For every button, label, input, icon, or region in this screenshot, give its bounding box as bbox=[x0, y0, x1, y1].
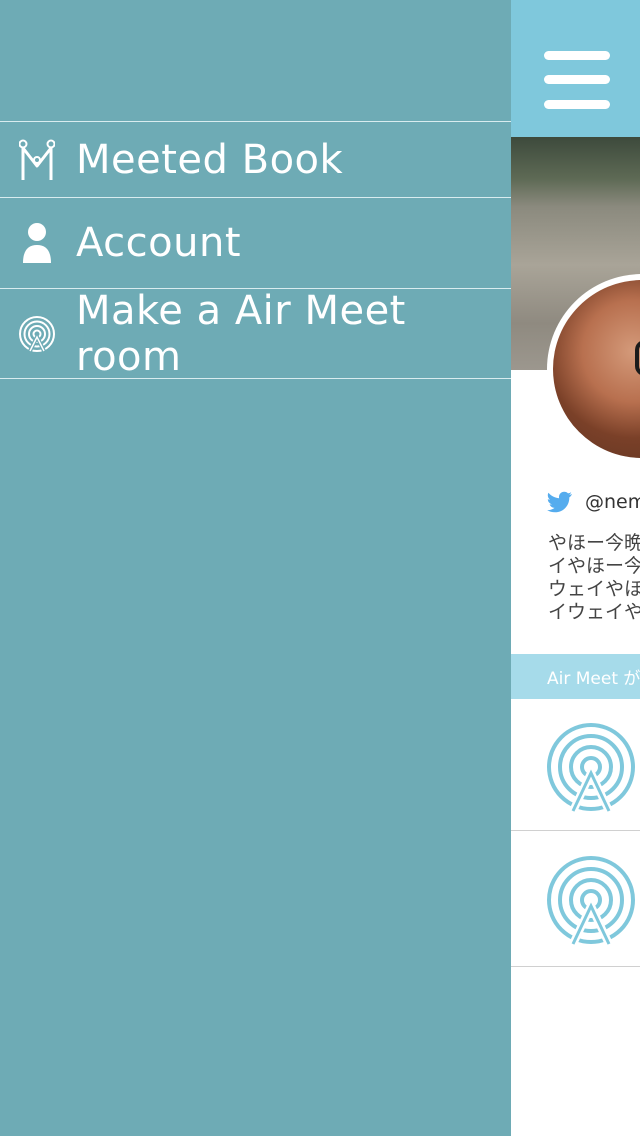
menu-item-label: Meeted Book bbox=[76, 137, 344, 183]
menu-item-make-air-meet-room[interactable]: Make a Air Meet room bbox=[0, 287, 511, 380]
avatar-glasses-detail bbox=[635, 340, 640, 376]
profile-bio: やほー今晩 イやほー今 ウェイやほ イウェイや bbox=[548, 532, 640, 623]
twitter-handle[interactable]: @nemu bbox=[585, 491, 640, 513]
hamburger-menu-icon[interactable] bbox=[544, 51, 610, 109]
menu-item-meeted-book[interactable]: Meeted Book bbox=[0, 121, 511, 198]
menu-item-label: Account bbox=[76, 220, 242, 266]
air-meet-icon bbox=[547, 856, 635, 946]
menu-item-label: Make a Air Meet room bbox=[76, 287, 406, 380]
air-meet-icon bbox=[547, 723, 635, 813]
list-item[interactable] bbox=[511, 832, 640, 967]
twitter-bird-icon bbox=[547, 491, 572, 513]
main-content-panel[interactable]: @nemu やほー今晩 イやほー今 ウェイやほ イウェイや Air Meet が bbox=[511, 0, 640, 1136]
account-icon bbox=[18, 221, 56, 265]
top-bar bbox=[511, 0, 640, 137]
twitter-row[interactable]: @nemu bbox=[547, 488, 640, 516]
section-header: Air Meet が bbox=[511, 654, 640, 699]
menu-item-account[interactable]: Account bbox=[0, 197, 511, 288]
air-meet-icon bbox=[18, 312, 56, 356]
side-drawer: Meeted Book Account Make a Air Meet room bbox=[0, 0, 511, 1136]
list-item[interactable] bbox=[511, 699, 640, 831]
meeted-book-icon bbox=[18, 138, 56, 182]
